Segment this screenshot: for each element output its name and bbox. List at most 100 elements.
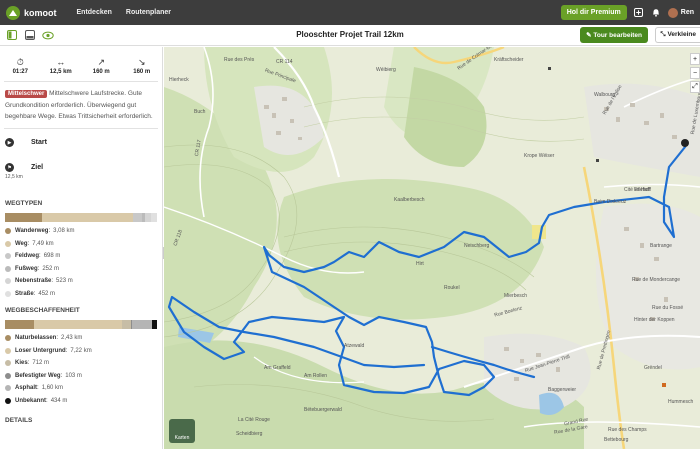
surface-value: 103 m: [65, 372, 82, 379]
place-marker-icon: [548, 67, 551, 70]
separator: :: [27, 360, 30, 367]
map-label: Hirt: [416, 261, 424, 267]
legend-color-dot-icon: [5, 347, 11, 354]
map-label: Kräftscheider: [494, 57, 524, 63]
way-types-bar: [5, 213, 157, 222]
surface-legend-row[interactable]: Kies:712 m: [5, 357, 162, 370]
surface-value: 712 m: [32, 360, 50, 367]
map-label: Kaalberbesch: [394, 197, 425, 203]
divider: [4, 81, 158, 82]
divider: [4, 128, 158, 129]
surface-bar-segment: [151, 320, 157, 329]
surface-name: Befestigter Weg: [15, 372, 61, 379]
legend-color-dot-icon: [5, 335, 11, 342]
collapse-view-button[interactable]: ⤡ Verkleine: [655, 27, 700, 43]
surface-legend-row[interactable]: Asphalt:1,60 km: [5, 382, 162, 395]
map-label: Am Rollen: [304, 373, 328, 379]
waypoint-start[interactable]: ▶ Start: [0, 138, 162, 147]
way-type-value: 523 m: [56, 278, 73, 285]
surface-value: 1,60 km: [41, 385, 64, 392]
way-type-bar-segment: [133, 213, 142, 222]
zoom-in-button[interactable]: +: [690, 53, 700, 65]
brand-name: komoot: [24, 7, 57, 18]
map-label: Baggerweier: [548, 387, 577, 393]
user-name[interactable]: Ren: [681, 9, 694, 16]
nav-discover-link[interactable]: Entdecken: [77, 9, 112, 16]
map-label: Buch: [194, 109, 206, 115]
map-label: Cité Ellehoff: [624, 187, 651, 193]
fullscreen-icon[interactable]: ⤢: [690, 81, 700, 93]
way-type-legend-row[interactable]: Fußweg:252 m: [5, 263, 162, 276]
stat-value: 01:27: [12, 69, 28, 75]
map-layers-button[interactable]: Karten: [169, 419, 195, 443]
separator: :: [37, 265, 40, 272]
surface-legend-row[interactable]: Naturbelassen:2,43 km: [5, 332, 162, 345]
stat-value: 160 m: [92, 69, 110, 75]
separator: :: [56, 335, 59, 342]
way-type-legend-row[interactable]: Weg:7,49 km: [5, 238, 162, 251]
way-type-name: Nebenstraße: [15, 278, 52, 285]
stopwatch-icon: ⏱: [16, 57, 24, 67]
way-type-name: Fußweg: [15, 265, 38, 272]
way-type-name: Weg: [15, 240, 28, 247]
map-label: Am Graffeld: [264, 365, 291, 371]
way-type-value: 698 m: [43, 253, 61, 260]
waypoint-end-label: Ziel: [31, 164, 44, 171]
map-label: Scheidbierg: [236, 431, 263, 437]
add-icon[interactable]: [634, 8, 644, 18]
map-label: Roukel: [444, 285, 460, 291]
separator: :: [39, 253, 41, 260]
stat-distance: ↔ 12,5 km: [41, 57, 81, 75]
poi-marker-icon: [662, 383, 666, 387]
surface-name: Loser Untergrund: [15, 347, 66, 354]
surface-legend-row[interactable]: Befestigter Weg:103 m: [5, 370, 162, 383]
premium-button[interactable]: Hol dir Premium: [560, 5, 627, 20]
way-type-legend-row[interactable]: Wanderweg:3,08 km: [5, 225, 162, 238]
way-type-legend-row[interactable]: Nebenstraße:523 m: [5, 275, 162, 288]
way-type-legend-row[interactable]: Feldweg:698 m: [5, 250, 162, 263]
separator: :: [65, 347, 68, 354]
zoom-out-button[interactable]: −: [690, 67, 700, 79]
separator: :: [27, 240, 30, 247]
map-label: Rue du Fossé: [652, 305, 684, 311]
eye-view-icon[interactable]: [42, 29, 54, 41]
details-title[interactable]: DETAILS: [0, 417, 162, 424]
map-label: Neischberg: [464, 243, 490, 249]
topographic-map[interactable]: Rue de Colmar-Berg Rue Principale Hierhe…: [164, 47, 700, 449]
map-label: CR 114: [276, 59, 293, 65]
way-type-value: 3,08 km: [53, 228, 75, 235]
collapse-view-label: Verkleine: [667, 31, 696, 38]
legend-color-dot-icon: [5, 253, 11, 260]
user-avatar[interactable]: [667, 7, 678, 18]
surface-legend-row[interactable]: Unbekannt:434 m: [5, 395, 162, 408]
sidebar-view-icon[interactable]: [6, 29, 18, 41]
way-type-bar-segment: [151, 213, 157, 222]
legend-color-dot-icon: [5, 278, 11, 285]
notification-bell-icon[interactable]: [651, 8, 661, 18]
legend-color-dot-icon: [5, 290, 11, 297]
nav-planner-link[interactable]: Routenplaner: [126, 9, 171, 16]
surface-name: Naturbelassen: [15, 335, 57, 342]
map-label: Grëndel: [644, 365, 662, 371]
waypoint-end[interactable]: ⚑ Ziel: [0, 163, 162, 172]
surface-legend-row[interactable]: Loser Untergrund:7,22 km: [5, 345, 162, 358]
surfaces-title: WEGBESCHAFFENHEIT: [5, 307, 80, 314]
edit-tour-button[interactable]: ✎ Tour bearbeiten: [580, 27, 648, 43]
field-area: [532, 225, 546, 239]
way-type-value: 7,49 km: [32, 240, 54, 247]
top-right-controls: Hol dir Premium Ren: [560, 0, 700, 25]
separator: :: [46, 397, 48, 404]
surface-value: 434 m: [50, 397, 68, 404]
komoot-logo[interactable]: komoot: [6, 5, 57, 20]
start-finish-marker[interactable]: [681, 139, 689, 147]
map-label: Krope Wéiser: [524, 153, 555, 159]
way-type-bar-segment: [42, 213, 134, 222]
way-type-name: Wanderweg: [15, 228, 49, 235]
legend-color-dot-icon: [5, 385, 11, 392]
map-label: Hierheck: [169, 77, 189, 83]
legend-color-dot-icon: [5, 228, 11, 235]
bottom-panel-view-icon[interactable]: [24, 29, 36, 41]
map-label: Hinter der Koppen: [634, 317, 675, 323]
way-type-value: 252 m: [42, 265, 60, 272]
way-type-legend-row[interactable]: Straße:452 m: [5, 288, 162, 301]
